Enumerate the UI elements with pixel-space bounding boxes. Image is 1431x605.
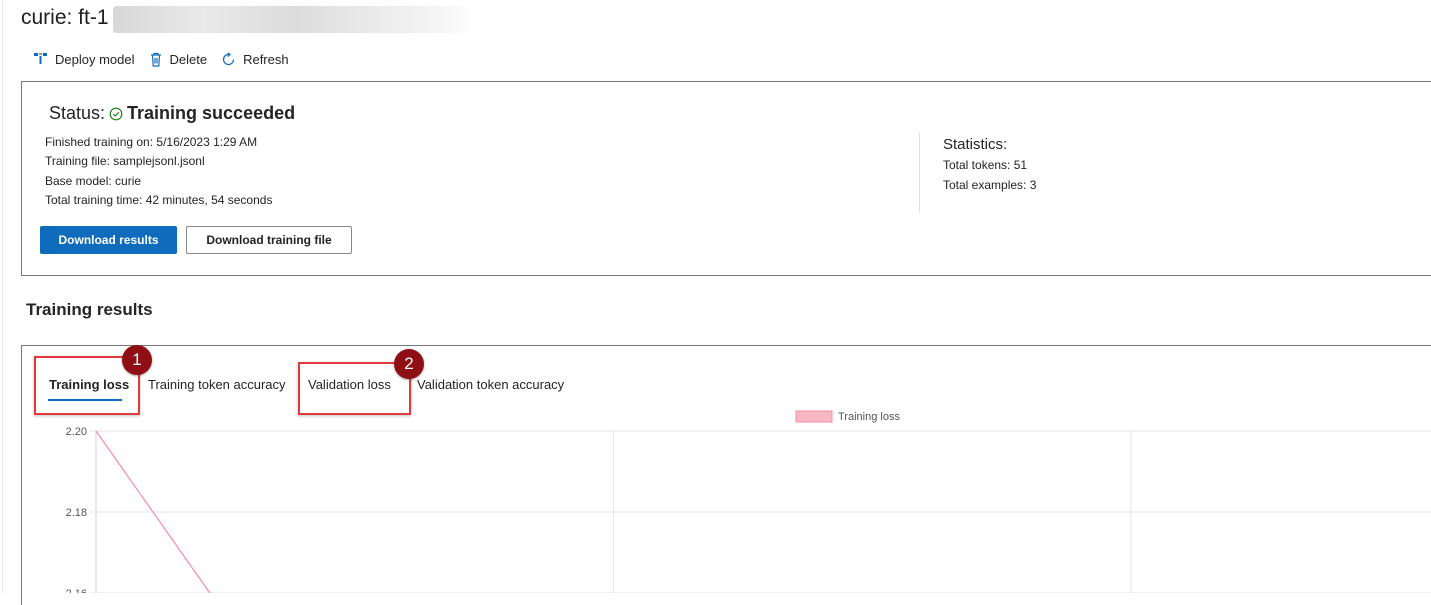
y-tick-label: 2.20	[66, 426, 87, 438]
training-loss-chart: 2.20 2.18 2.16 Training loss	[66, 410, 1431, 593]
y-tick-label: 2.18	[66, 507, 87, 519]
y-tick-label: 2.16	[66, 588, 87, 593]
legend-swatch	[795, 410, 833, 423]
legend-label: Training loss	[838, 411, 900, 423]
